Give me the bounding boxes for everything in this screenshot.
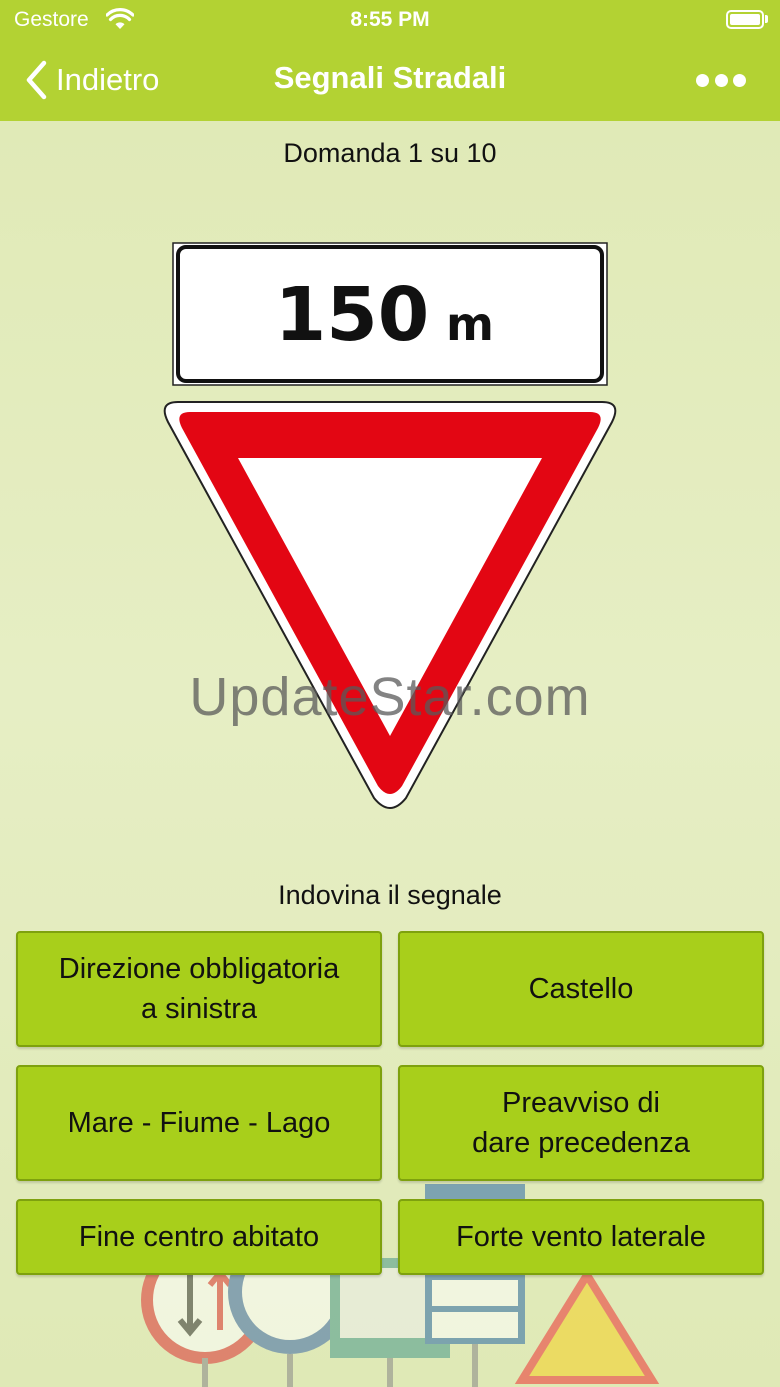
distance-plate: 150 m (172, 242, 608, 386)
navigation-bar: Indietro Segnali Stradali (0, 40, 780, 121)
watermark: UpdateStar.com (189, 667, 591, 727)
status-bar: Gestore 8:55 PM (0, 0, 780, 40)
battery-icon (726, 10, 764, 29)
clock: 8:55 PM (350, 8, 430, 31)
question-prompt: Indovina il segnale (278, 880, 502, 910)
answer-label-2: Castello (528, 973, 634, 1005)
answer-label-1: Direzione obbligatoria a sinistra (58, 953, 340, 1025)
answer-button-1[interactable]: Direzione obbligatoria a sinistra (16, 931, 382, 1047)
answer-button-5[interactable]: Fine centro abitato (16, 1199, 382, 1275)
answer-label-4: Preavviso di dare precedenza (472, 1087, 690, 1159)
plate-unit: m (446, 297, 494, 351)
battery-tip (765, 15, 768, 23)
top-bar: Gestore 8:55 PM Indietro Segnali Stradal… (0, 0, 780, 121)
answer-button-3[interactable]: Mare - Fiume - Lago (16, 1065, 382, 1181)
page-title: Segnali Stradali (273, 60, 507, 95)
answer-label-3: Mare - Fiume - Lago (67, 1107, 331, 1139)
answer-button-6[interactable]: Forte vento laterale (398, 1199, 764, 1275)
answer-button-2[interactable]: Castello (398, 931, 764, 1047)
question-counter: Domanda 1 su 10 (283, 138, 497, 168)
answer-label-6: Forte vento laterale (456, 1221, 706, 1253)
answer-button-4[interactable]: Preavviso di dare precedenza (398, 1065, 764, 1181)
plate-number: 150 (275, 272, 429, 358)
more-options-icon[interactable] (696, 70, 746, 90)
answer-label-5: Fine centro abitato (78, 1221, 320, 1253)
road-sign-image: 150 m (163, 242, 617, 809)
yield-triangle (163, 401, 617, 809)
